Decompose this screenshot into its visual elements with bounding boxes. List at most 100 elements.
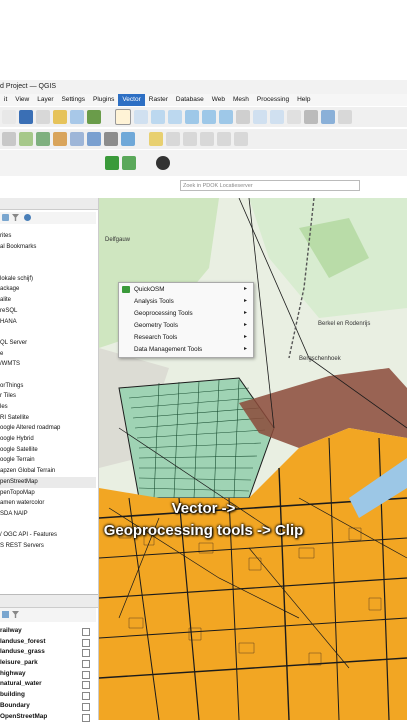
menu-edit[interactable]: it bbox=[0, 94, 11, 106]
add-vector-layer-icon[interactable] bbox=[36, 132, 50, 146]
browser-item[interactable]: penTopoMap bbox=[0, 488, 96, 499]
menu-layer[interactable]: Layer bbox=[33, 94, 57, 106]
style-manager-icon[interactable] bbox=[87, 110, 101, 124]
save-edits-icon[interactable] bbox=[166, 132, 180, 146]
menu-processing[interactable]: Processing bbox=[253, 94, 293, 106]
layer-visibility-checkbox[interactable] bbox=[82, 660, 90, 668]
layer-visibility-checkbox[interactable] bbox=[82, 714, 90, 722]
layer-item[interactable]: landuse_forest bbox=[0, 637, 96, 648]
layer-item[interactable]: natural_water bbox=[0, 679, 96, 690]
browser-item[interactable]: RI Satellite bbox=[0, 413, 96, 424]
browser-item[interactable]: penStreetMap bbox=[0, 477, 96, 488]
open-styling-icon[interactable] bbox=[2, 611, 9, 618]
open-folder-icon[interactable] bbox=[53, 110, 67, 124]
layer-item[interactable]: leisure_park bbox=[0, 658, 96, 669]
menu-item-data-management-tools[interactable]: Data Management Tools ▸ bbox=[134, 344, 249, 355]
browser-item[interactable]: e bbox=[0, 349, 96, 360]
browser-item[interactable]: oogle Satellite bbox=[0, 445, 96, 456]
edit-pencil-icon[interactable] bbox=[149, 132, 163, 146]
delete-selected-icon[interactable] bbox=[217, 132, 231, 146]
layout-manager-icon[interactable] bbox=[70, 110, 84, 124]
zoom-selection-icon[interactable] bbox=[202, 110, 216, 124]
layer-visibility-checkbox[interactable] bbox=[82, 681, 90, 689]
layer-item[interactable]: landuse_grass bbox=[0, 647, 96, 658]
menu-item-quickosm[interactable]: QuickOSM ▸ bbox=[134, 284, 249, 295]
print-layout-icon[interactable] bbox=[36, 110, 50, 124]
browser-item[interactable]: oogle Hybrid bbox=[0, 434, 96, 445]
layer-item[interactable]: building bbox=[0, 690, 96, 701]
browser-item[interactable] bbox=[0, 370, 96, 381]
menu-plugins[interactable]: Plugins bbox=[89, 94, 118, 106]
browser-item[interactable]: al Bookmarks bbox=[0, 242, 96, 253]
data-source-manager-icon[interactable] bbox=[2, 132, 16, 146]
vertex-tool-icon[interactable] bbox=[200, 132, 214, 146]
menu-help[interactable]: Help bbox=[293, 94, 314, 106]
menu-view[interactable]: View bbox=[11, 94, 33, 106]
new-layer-icon[interactable] bbox=[19, 132, 33, 146]
zoom-layer-icon[interactable] bbox=[219, 110, 233, 124]
layer-item[interactable]: railway bbox=[0, 626, 96, 637]
add-delimited-text-icon[interactable] bbox=[87, 132, 101, 146]
refresh-icon[interactable] bbox=[321, 110, 335, 124]
pan-to-selection-icon[interactable] bbox=[134, 110, 148, 124]
layer-visibility-checkbox[interactable] bbox=[82, 703, 90, 711]
temporal-icon[interactable] bbox=[304, 110, 318, 124]
menu-web[interactable]: Web bbox=[208, 94, 229, 106]
menu-database[interactable]: Database bbox=[172, 94, 208, 106]
layer-visibility-checkbox[interactable] bbox=[82, 649, 90, 657]
menu-mesh[interactable]: Mesh bbox=[229, 94, 253, 106]
browser-item[interactable]: ackage bbox=[0, 284, 96, 295]
layer-item[interactable]: highway bbox=[0, 669, 96, 680]
pan-icon[interactable] bbox=[115, 109, 131, 125]
digitize-icon[interactable] bbox=[183, 132, 197, 146]
filter-legend-icon[interactable] bbox=[12, 611, 19, 618]
zoom-out-icon[interactable] bbox=[168, 110, 182, 124]
browser-item[interactable]: HANA bbox=[0, 317, 96, 328]
refresh-icon[interactable] bbox=[2, 214, 9, 221]
zoom-native-icon[interactable] bbox=[236, 110, 250, 124]
browser-item[interactable]: reSQL bbox=[0, 306, 96, 317]
menu-vector[interactable]: Vector bbox=[118, 94, 144, 106]
browser-item[interactable]: /WMTS bbox=[0, 359, 96, 370]
zoom-next-icon[interactable] bbox=[270, 110, 284, 124]
cut-features-icon[interactable] bbox=[234, 132, 248, 146]
identify-icon[interactable] bbox=[338, 110, 352, 124]
layer-visibility-checkbox[interactable] bbox=[82, 639, 90, 647]
browser-item[interactable] bbox=[0, 252, 96, 263]
info-icon[interactable] bbox=[24, 214, 31, 221]
menu-item-research-tools[interactable]: Research Tools ▸ bbox=[134, 332, 249, 343]
menu-raster[interactable]: Raster bbox=[145, 94, 172, 106]
quickosm-icon[interactable] bbox=[105, 156, 119, 170]
browser-item[interactable]: lokale schijf) bbox=[0, 274, 96, 285]
pdok-locator-icon[interactable] bbox=[156, 156, 170, 170]
browser-item[interactable]: orThings bbox=[0, 381, 96, 392]
pdok-services-icon[interactable] bbox=[122, 156, 136, 170]
browser-item[interactable] bbox=[0, 327, 96, 338]
menu-settings[interactable]: Settings bbox=[58, 94, 90, 106]
browser-item[interactable] bbox=[0, 263, 96, 274]
browser-item[interactable]: oogle Terrain bbox=[0, 455, 96, 466]
menu-item-geoprocessing-tools[interactable]: Geoprocessing Tools ▸ bbox=[134, 308, 249, 319]
browser-item[interactable]: les bbox=[0, 402, 96, 413]
add-wms-icon[interactable] bbox=[121, 132, 135, 146]
add-mesh-layer-icon[interactable] bbox=[70, 132, 84, 146]
browser-item[interactable]: alite bbox=[0, 295, 96, 306]
layer-visibility-checkbox[interactable] bbox=[82, 692, 90, 700]
browser-item[interactable]: rites bbox=[0, 231, 96, 242]
save-icon[interactable] bbox=[19, 110, 33, 124]
browser-item[interactable]: oogle Altered roadmap bbox=[0, 423, 96, 434]
browser-item[interactable]: apzen Global Terrain bbox=[0, 466, 96, 477]
layer-item[interactable]: OpenStreetMap bbox=[0, 712, 96, 722]
zoom-in-icon[interactable] bbox=[151, 110, 165, 124]
layer-item[interactable]: Boundary bbox=[0, 701, 96, 712]
map-canvas[interactable]: Delfgauw Berkel en Rodenrijs Bergschenho… bbox=[99, 198, 407, 720]
layer-visibility-checkbox[interactable] bbox=[82, 628, 90, 636]
filter-icon[interactable] bbox=[12, 214, 19, 221]
zoom-full-icon[interactable] bbox=[185, 110, 199, 124]
menu-item-geometry-tools[interactable]: Geometry Tools ▸ bbox=[134, 320, 249, 331]
browser-item[interactable]: r Tiles bbox=[0, 391, 96, 402]
new-project-icon[interactable] bbox=[2, 110, 16, 124]
locator-search-input[interactable]: Zoek in PDOK Locatieserver bbox=[180, 180, 360, 191]
new-map-view-icon[interactable] bbox=[287, 110, 301, 124]
add-spatialite-icon[interactable] bbox=[104, 132, 118, 146]
